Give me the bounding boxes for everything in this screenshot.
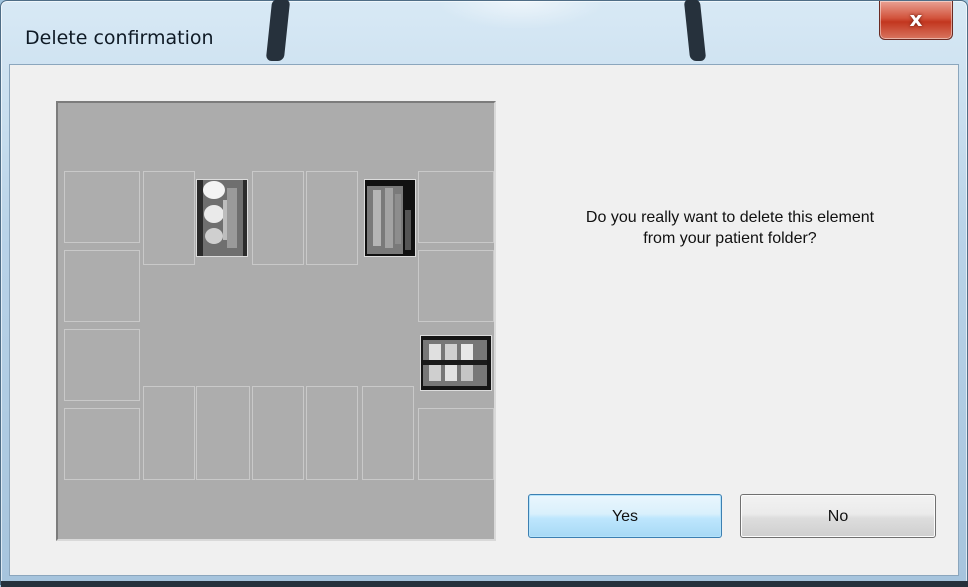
xray-slot-empty <box>64 329 140 401</box>
close-button[interactable]: x <box>879 1 953 40</box>
xray-slot-empty <box>64 250 140 322</box>
xray-slot-empty <box>252 171 304 265</box>
xray-slot-empty <box>306 171 358 265</box>
close-icon: x <box>909 7 923 31</box>
xray-slot-empty <box>64 408 140 480</box>
background-decoration <box>683 0 707 61</box>
xray-slot-empty <box>196 386 250 480</box>
xray-slot-empty <box>252 386 304 480</box>
xray-image-bitewing[interactable] <box>420 335 492 391</box>
xray-slot-empty <box>306 386 358 480</box>
xray-slot-empty <box>143 386 195 480</box>
message-line: Do you really want to delete this elemen… <box>585 209 875 226</box>
yes-button[interactable]: Yes <box>528 494 722 538</box>
xray-image-upper-molar[interactable] <box>364 179 416 257</box>
xray-image-upper-premolar[interactable] <box>196 179 248 257</box>
background-decoration <box>1 581 968 587</box>
window-title: Delete confirmation <box>25 27 214 49</box>
confirmation-message: Do you really want to delete this elemen… <box>520 207 940 249</box>
xray-slot-empty <box>143 171 195 265</box>
xray-slot-empty <box>418 408 494 480</box>
xray-slot-empty <box>64 171 140 243</box>
xray-slot-empty <box>418 171 494 243</box>
dialog-window: Delete confirmation x Do you really want… <box>0 0 968 587</box>
no-button[interactable]: No <box>740 494 936 538</box>
xray-slot-empty <box>362 386 414 480</box>
background-decoration <box>265 0 291 61</box>
xray-slot-empty <box>418 250 494 322</box>
dialog-body: Do you really want to delete this elemen… <box>9 64 959 576</box>
xray-layout-preview <box>56 101 496 541</box>
message-line: from your patient folder? <box>643 230 817 247</box>
